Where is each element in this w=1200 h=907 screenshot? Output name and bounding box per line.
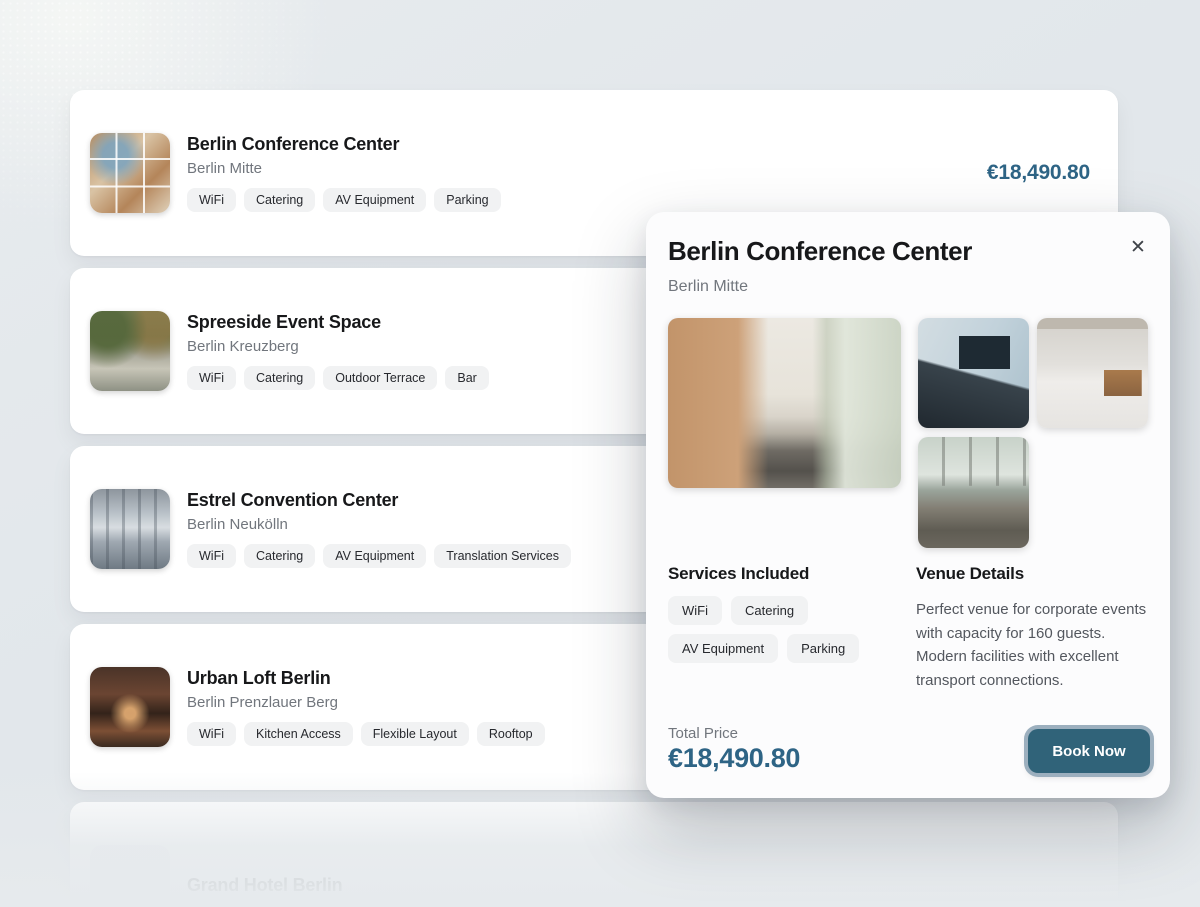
gallery-photo-conference-hall[interactable] xyxy=(668,318,901,488)
service-tag: Parking xyxy=(787,634,859,663)
book-now-button[interactable]: Book Now xyxy=(1028,729,1150,773)
venue-thumbnail xyxy=(90,489,170,569)
venue-location: Berlin Kreuzberg xyxy=(187,338,489,355)
venue-thumbnail xyxy=(90,667,170,747)
venue-tag: Outdoor Terrace xyxy=(323,366,437,390)
venue-card-info: Grand Hotel Berlin xyxy=(187,875,342,896)
venue-name: Grand Hotel Berlin xyxy=(187,875,342,896)
gallery-photo-lobby[interactable] xyxy=(1037,318,1148,428)
venue-thumbnail xyxy=(90,133,170,213)
venue-tag: AV Equipment xyxy=(323,544,426,568)
venue-tag: Catering xyxy=(244,366,315,390)
venue-tag: Translation Services xyxy=(434,544,571,568)
services-tags: WiFi Catering AV Equipment Parking xyxy=(668,596,903,663)
total-price-label: Total Price xyxy=(668,725,738,742)
venue-location: Berlin Neukölln xyxy=(187,516,571,533)
venue-name: Spreeside Event Space xyxy=(187,312,489,333)
gallery-photo-meeting-room[interactable] xyxy=(918,318,1029,428)
venue-thumbnail xyxy=(90,845,170,907)
venue-tags: WiFi Catering AV Equipment Parking xyxy=(187,188,501,212)
venue-booking-page: Berlin Conference Center Berlin Mitte Wi… xyxy=(0,0,1200,907)
venue-price: €18,490.80 xyxy=(987,161,1090,185)
venue-tags: WiFi Catering Outdoor Terrace Bar xyxy=(187,366,489,390)
venue-details-heading: Venue Details xyxy=(916,564,1024,584)
service-tag: AV Equipment xyxy=(668,634,778,663)
gallery-photo-restaurant[interactable] xyxy=(918,437,1029,548)
venue-card-info: Urban Loft Berlin Berlin Prenzlauer Berg… xyxy=(187,668,545,746)
service-tag: WiFi xyxy=(668,596,722,625)
venue-tags: WiFi Kitchen Access Flexible Layout Roof… xyxy=(187,722,545,746)
venue-tag: Catering xyxy=(244,544,315,568)
modal-location: Berlin Mitte xyxy=(668,278,748,296)
venue-tag: WiFi xyxy=(187,366,236,390)
venue-tags: WiFi Catering AV Equipment Translation S… xyxy=(187,544,571,568)
venue-tag: WiFi xyxy=(187,188,236,212)
venue-tag: WiFi xyxy=(187,544,236,568)
venue-tag: Bar xyxy=(445,366,488,390)
venue-tag: AV Equipment xyxy=(323,188,426,212)
venue-location: Berlin Mitte xyxy=(187,160,501,177)
modal-title: Berlin Conference Center xyxy=(668,236,972,267)
venue-detail-modal: ✕ Berlin Conference Center Berlin Mitte … xyxy=(646,212,1170,798)
venue-tag: Catering xyxy=(244,188,315,212)
venue-tag: WiFi xyxy=(187,722,236,746)
venue-tag: Parking xyxy=(434,188,500,212)
venue-card-info: Estrel Convention Center Berlin Neukölln… xyxy=(187,490,571,568)
venue-details-text: Perfect venue for corporate events with … xyxy=(916,598,1149,692)
venue-card-info: Berlin Conference Center Berlin Mitte Wi… xyxy=(187,134,501,212)
venue-tag: Kitchen Access xyxy=(244,722,353,746)
venue-tag: Rooftop xyxy=(477,722,545,746)
venue-tag: Flexible Layout xyxy=(361,722,469,746)
venue-thumbnail xyxy=(90,311,170,391)
venue-card[interactable]: Grand Hotel Berlin xyxy=(70,802,1118,907)
venue-location: Berlin Prenzlauer Berg xyxy=(187,694,545,711)
total-price-value: €18,490.80 xyxy=(668,743,800,774)
venue-name: Berlin Conference Center xyxy=(187,134,501,155)
venue-card-info: Spreeside Event Space Berlin Kreuzberg W… xyxy=(187,312,489,390)
venue-name: Urban Loft Berlin xyxy=(187,668,545,689)
close-icon: ✕ xyxy=(1130,237,1146,258)
close-button[interactable]: ✕ xyxy=(1124,234,1152,262)
service-tag: Catering xyxy=(731,596,808,625)
services-heading: Services Included xyxy=(668,564,809,584)
venue-name: Estrel Convention Center xyxy=(187,490,571,511)
